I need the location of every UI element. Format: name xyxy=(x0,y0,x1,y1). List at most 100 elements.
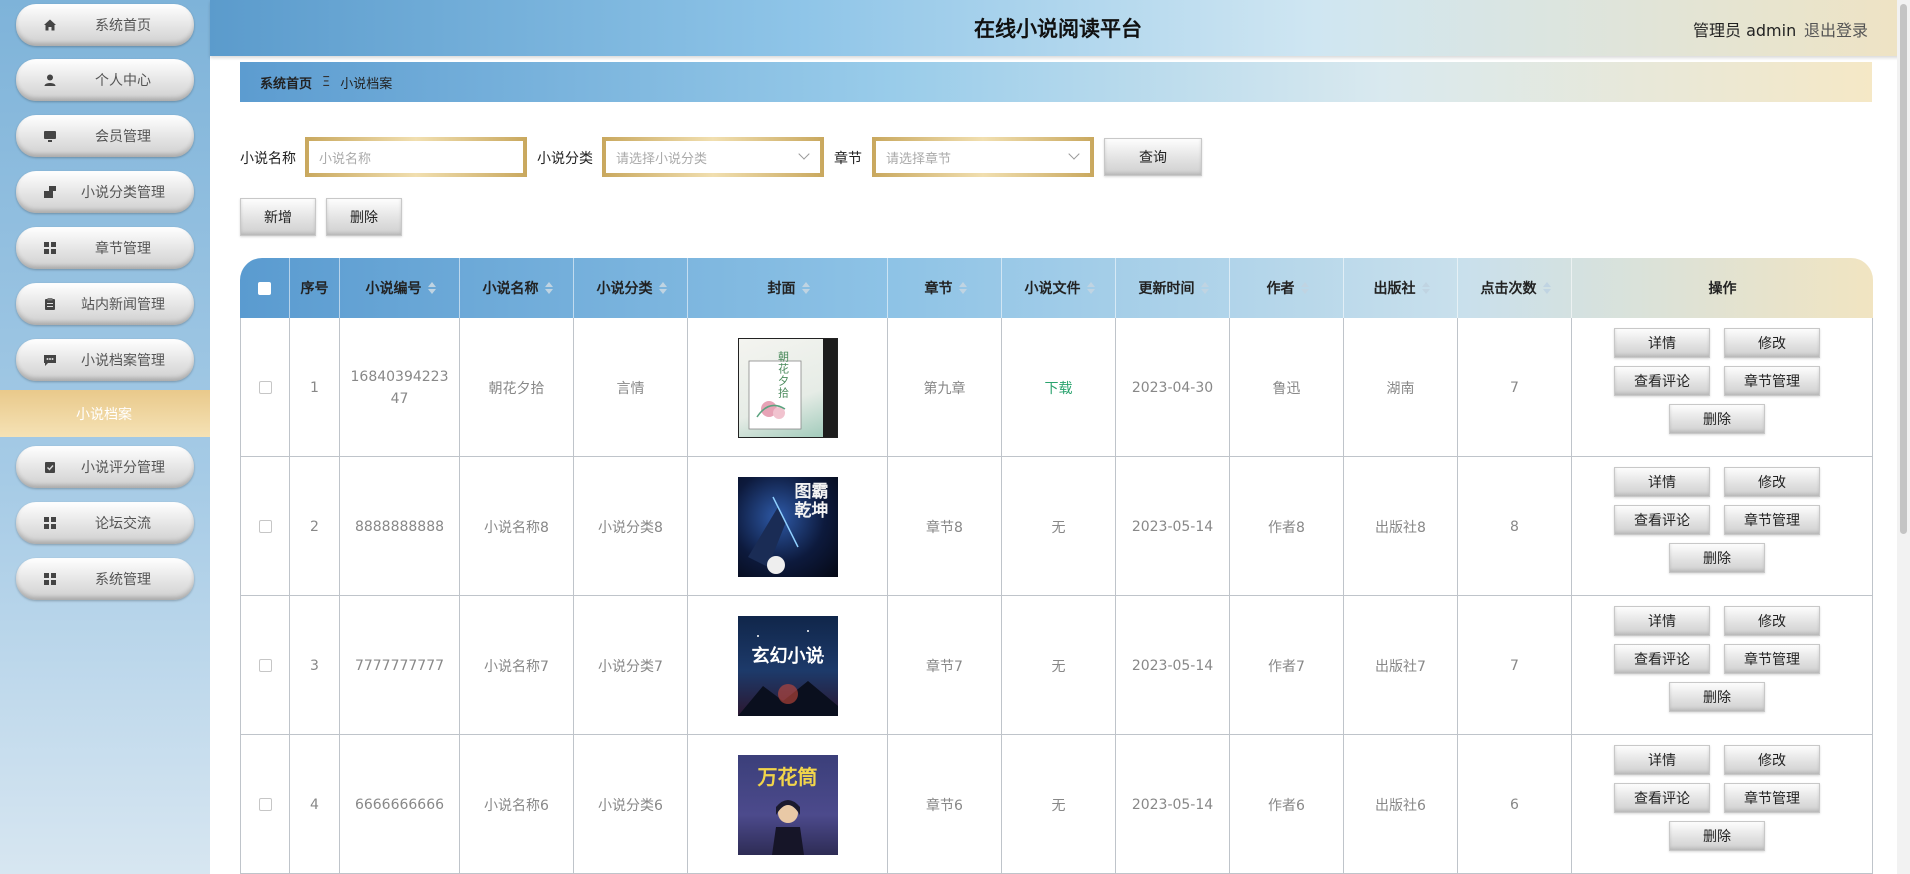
row-checkbox[interactable] xyxy=(258,798,272,811)
batch-delete-button[interactable]: 删除 xyxy=(326,198,402,236)
monitor-icon xyxy=(42,128,58,144)
current-user: 管理员 admin xyxy=(1693,21,1797,40)
sidebar-item-system[interactable]: 系统管理 xyxy=(16,558,194,600)
chapter-manage-button[interactable]: 章节管理 xyxy=(1724,366,1820,396)
col-name[interactable]: 小说名称 xyxy=(460,258,574,318)
sidebar-item-profile[interactable]: 个人中心 xyxy=(16,59,194,101)
sort-icon[interactable] xyxy=(1421,282,1430,294)
delete-row-button[interactable]: 删除 xyxy=(1669,821,1765,851)
cell-index: 4 xyxy=(290,735,340,874)
detail-button[interactable]: 详情 xyxy=(1614,328,1710,358)
sidebar-item-ratings[interactable]: 小说评分管理 xyxy=(16,446,194,488)
novel-name-input[interactable]: 小说名称 xyxy=(309,141,523,173)
sort-icon[interactable] xyxy=(958,282,967,294)
col-publisher[interactable]: 出版社 xyxy=(1344,258,1458,318)
cell-publisher: 出版社8 xyxy=(1344,457,1458,596)
sort-icon[interactable] xyxy=(1542,282,1551,294)
select-all-checkbox[interactable] xyxy=(258,281,271,295)
sort-icon[interactable] xyxy=(801,282,810,294)
edit-button[interactable]: 修改 xyxy=(1724,745,1820,775)
logout-link[interactable]: 退出登录 xyxy=(1804,17,1868,41)
sort-icon[interactable] xyxy=(1200,282,1209,294)
scrollbar-thumb[interactable] xyxy=(1900,4,1907,534)
delete-row-button[interactable]: 删除 xyxy=(1669,543,1765,573)
row-checkbox[interactable] xyxy=(258,520,272,533)
category-icon xyxy=(42,184,58,200)
sidebar-item-forum[interactable]: 论坛交流 xyxy=(16,502,194,544)
cover-image[interactable]: 万花筒 xyxy=(737,754,838,855)
query-button[interactable]: 查询 xyxy=(1104,138,1202,176)
view-comments-button[interactable]: 查看评论 xyxy=(1614,366,1710,396)
cover-image[interactable]: 玄幻小说 xyxy=(737,615,838,716)
edit-button[interactable]: 修改 xyxy=(1724,606,1820,636)
sort-icon[interactable] xyxy=(1300,282,1309,294)
chapter-manage-button[interactable]: 章节管理 xyxy=(1724,505,1820,535)
page-scrollbar[interactable] xyxy=(1897,0,1910,874)
home-icon xyxy=(42,17,58,33)
sidebar-item-news[interactable]: 站内新闻管理 xyxy=(16,283,194,325)
delete-row-button[interactable]: 删除 xyxy=(1669,682,1765,712)
add-button[interactable]: 新增 xyxy=(240,198,316,236)
chapter-select[interactable]: 请选择章节 xyxy=(876,141,1090,173)
chapter-manage-button[interactable]: 章节管理 xyxy=(1724,644,1820,674)
sort-icon[interactable] xyxy=(658,282,667,294)
cell-updated: 2023-05-14 xyxy=(1116,596,1230,735)
sidebar-item-home[interactable]: 系统首页 xyxy=(16,4,194,46)
sidebar-subitem-novel-archive[interactable]: 小说档案 xyxy=(0,390,210,437)
sort-icon[interactable] xyxy=(544,282,553,294)
sidebar-item-novel-archive[interactable]: 小说档案管理 xyxy=(16,339,194,381)
novel-category-select-frame: 请选择小说分类 xyxy=(602,137,824,177)
chapter-manage-button[interactable]: 章节管理 xyxy=(1724,783,1820,813)
row-checkbox[interactable] xyxy=(258,659,272,672)
col-category[interactable]: 小说分类 xyxy=(574,258,688,318)
edit-button[interactable]: 修改 xyxy=(1724,328,1820,358)
sort-icon[interactable] xyxy=(1086,282,1095,294)
detail-button[interactable]: 详情 xyxy=(1614,467,1710,497)
edit-button[interactable]: 修改 xyxy=(1724,467,1820,497)
sort-icon[interactable] xyxy=(427,282,436,294)
cell-author: 作者6 xyxy=(1230,735,1344,874)
row-checkbox[interactable] xyxy=(258,381,272,394)
col-label: 出版社 xyxy=(1373,281,1416,297)
cell-updated: 2023-04-30 xyxy=(1116,318,1230,457)
detail-button[interactable]: 详情 xyxy=(1614,745,1710,775)
cell-index: 2 xyxy=(290,457,340,596)
col-file[interactable]: 小说文件 xyxy=(1002,258,1116,318)
cell-category: 小说分类8 xyxy=(574,457,688,596)
cell-actions: 详情 修改 查看评论 章节管理 删除 xyxy=(1572,318,1873,457)
row-select-cell xyxy=(240,596,290,735)
delete-row-button[interactable]: 删除 xyxy=(1669,404,1765,434)
chevron-down-icon xyxy=(798,148,810,160)
col-code[interactable]: 小说编号 xyxy=(340,258,460,318)
chat-icon xyxy=(42,352,58,368)
download-link[interactable]: 下载 xyxy=(1045,378,1073,398)
view-comments-button[interactable]: 查看评论 xyxy=(1614,783,1710,813)
col-chapter[interactable]: 章节 xyxy=(888,258,1002,318)
col-cover[interactable]: 封面 xyxy=(688,258,888,318)
top-header: 在线小说阅读平台 管理员 admin 退出登录 xyxy=(210,0,1910,56)
cover-image[interactable]: 朝花夕拾 xyxy=(737,337,838,438)
sidebar-item-category[interactable]: 小说分类管理 xyxy=(16,171,194,213)
sidebar: 系统首页 个人中心 会员管理 小说分类管理 章节管理 站内新闻管理 小说档案管理… xyxy=(0,0,210,874)
cell-clicks: 8 xyxy=(1458,457,1572,596)
sidebar-item-members[interactable]: 会员管理 xyxy=(16,115,194,157)
clipboard-icon xyxy=(42,296,58,312)
cell-index: 1 xyxy=(290,318,340,457)
col-clicks[interactable]: 点击次数 xyxy=(1458,258,1572,318)
cover-image[interactable]: 图霸乾坤 xyxy=(737,476,838,577)
cell-publisher: 出版社6 xyxy=(1344,735,1458,874)
table-row: 2 8888888888 小说名称8 小说分类8 图霸乾坤 章节8 无 2023… xyxy=(240,457,1873,596)
novel-category-select[interactable]: 请选择小说分类 xyxy=(606,141,820,173)
view-comments-button[interactable]: 查看评论 xyxy=(1614,505,1710,535)
breadcrumb-home[interactable]: 系统首页 xyxy=(260,73,312,92)
col-author[interactable]: 作者 xyxy=(1230,258,1344,318)
detail-button[interactable]: 详情 xyxy=(1614,606,1710,636)
sidebar-item-chapters[interactable]: 章节管理 xyxy=(16,227,194,269)
col-label: 小说分类 xyxy=(596,281,653,297)
cover-title: 图霸乾坤 xyxy=(794,481,829,521)
view-comments-button[interactable]: 查看评论 xyxy=(1614,644,1710,674)
app-title: 在线小说阅读平台 xyxy=(974,17,1142,41)
cell-author: 作者7 xyxy=(1230,596,1344,735)
col-label: 小说名称 xyxy=(482,281,539,297)
col-updated[interactable]: 更新时间 xyxy=(1116,258,1230,318)
